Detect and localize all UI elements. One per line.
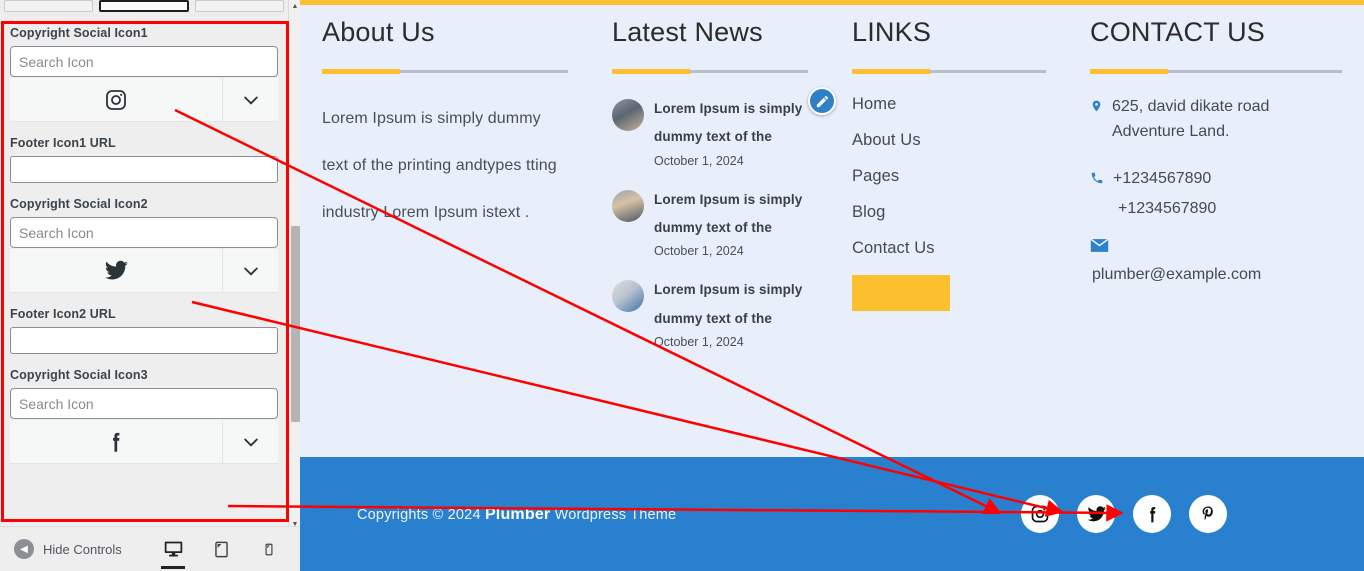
- list-item[interactable]: Lorem Ipsum is simply dummy text of the …: [612, 186, 808, 259]
- footer-column-news: Latest News Lorem Ipsum is simply dummy …: [590, 5, 830, 455]
- control-group-social-icon-1: Copyright Social Icon1: [10, 26, 278, 122]
- tablet-icon[interactable]: [208, 527, 234, 571]
- mobile-icon[interactable]: [256, 527, 282, 571]
- chevron-down-icon-1[interactable]: [222, 77, 278, 122]
- label-copyright-social-icon1: Copyright Social Icon1: [10, 26, 148, 40]
- customizer-scrollbar[interactable]: ▲ ▼: [288, 0, 300, 530]
- contact-phone-line: +1234567890: [1090, 167, 1342, 195]
- footer-link-about-us[interactable]: About Us: [852, 131, 1046, 150]
- copyright-brand: Plumber: [484, 506, 551, 523]
- footer-icon1-url-input[interactable]: [10, 156, 278, 183]
- top-button-3[interactable]: [195, 0, 285, 12]
- footer-columns: About Us Lorem Ipsum is simply dummy tex…: [300, 5, 1364, 455]
- search-icon-input-2[interactable]: [10, 217, 278, 248]
- control-group-footer-icon2-url: Footer Icon2 URL: [10, 307, 278, 354]
- footer-link-blog[interactable]: Blog: [852, 203, 1046, 222]
- location-pin-icon: [1090, 98, 1103, 123]
- device-preview-switcher: [160, 527, 300, 571]
- contact-phone2-text: +1234567890: [1118, 200, 1217, 218]
- search-icon-input-1[interactable]: [10, 46, 278, 77]
- copyright-social-icons: [1021, 495, 1227, 533]
- list-item[interactable]: Lorem Ipsum is simply dummy text of the …: [612, 276, 808, 349]
- instagram-icon[interactable]: [1021, 495, 1059, 533]
- top-button-1[interactable]: [4, 0, 93, 12]
- facebook-icon[interactable]: [1133, 495, 1171, 533]
- news-item-date: October 1, 2024: [654, 153, 744, 168]
- about-title-rule: [322, 69, 568, 74]
- copyright-bar: Copyrights © 2024 Plumber Wordpress Them…: [300, 457, 1364, 571]
- copyright-suffix: Wordpress Theme: [550, 507, 677, 523]
- label-footer-icon1-url: Footer Icon1 URL: [10, 136, 116, 150]
- news-title-rule: [612, 69, 808, 74]
- list-item[interactable]: Lorem Ipsum is simply dummy text of the …: [612, 95, 808, 168]
- desktop-icon[interactable]: [160, 527, 186, 571]
- footer-column-about: About Us Lorem Ipsum is simply dummy tex…: [300, 5, 590, 455]
- news-thumbnail-image: [612, 189, 644, 222]
- top-button-row: [0, 0, 288, 12]
- news-thumbnail-image: [612, 99, 644, 131]
- news-thumbnail-image: [612, 280, 644, 313]
- icon-select-row-1[interactable]: [10, 77, 278, 122]
- hide-controls-label: Hide Controls: [43, 541, 122, 557]
- news-title: Latest News: [612, 17, 763, 47]
- control-group-footer-icon1-url: Footer Icon1 URL: [10, 136, 278, 183]
- footer-link-pages[interactable]: Pages: [852, 167, 1046, 186]
- contact-title-rule: [1090, 69, 1342, 74]
- footer-link-contact-us[interactable]: Contact Us: [852, 239, 1046, 258]
- contact-email-text[interactable]: plumber@example.com: [1092, 266, 1342, 284]
- control-group-social-icon-3: Copyright Social Icon3: [10, 368, 278, 464]
- copyright-prefix: Copyrights © 2024: [357, 507, 485, 523]
- site-preview: About Us Lorem Ipsum is simply dummy tex…: [300, 0, 1364, 571]
- scrollbar-thumb[interactable]: [291, 226, 300, 422]
- label-footer-icon2-url: Footer Icon2 URL: [10, 307, 116, 321]
- footer-column-contact: CONTACT US 625, david dikate road Advent…: [1068, 5, 1364, 455]
- contact-address-line: 625, david dikate road Adventure Land.: [1090, 95, 1342, 145]
- about-text: Lorem Ipsum is simply dummy text of the …: [322, 110, 557, 222]
- hide-controls-button[interactable]: ◀ Hide Controls: [14, 539, 122, 559]
- news-item-date: October 1, 2024: [654, 335, 744, 350]
- links-title: LINKS: [852, 17, 932, 47]
- top-button-2-focused[interactable]: [98, 0, 190, 12]
- footer-icon2-url-input[interactable]: [10, 327, 278, 354]
- footer-column-links: LINKS Home About Us Pages Blog Contact U…: [830, 5, 1068, 455]
- icon-select-row-2[interactable]: [10, 248, 278, 293]
- footer-link-home[interactable]: Home: [852, 95, 1046, 114]
- about-title: About Us: [322, 17, 435, 47]
- chevron-down-icon-3[interactable]: [222, 419, 278, 464]
- news-item-title: Lorem Ipsum is simply dummy text of the: [654, 101, 803, 145]
- news-item-title: Lorem Ipsum is simply dummy text of the: [654, 191, 803, 236]
- news-body: Lorem Ipsum is simply dummy text of the …: [654, 276, 808, 349]
- label-copyright-social-icon3: Copyright Social Icon3: [10, 368, 148, 382]
- contact-title: CONTACT US: [1090, 17, 1266, 47]
- facebook-icon: [10, 429, 222, 455]
- label-copyright-social-icon2: Copyright Social Icon2: [10, 197, 148, 211]
- footer-yellow-button[interactable]: [852, 275, 950, 311]
- customizer-controls-list: Copyright Social Icon1 Search Icon Foote…: [0, 14, 288, 526]
- copyright-text: Copyrights © 2024 Plumber Wordpress Them…: [357, 506, 676, 524]
- search-icon-input-3[interactable]: [10, 388, 278, 419]
- customizer-bottom-bar: ◀ Hide Controls: [0, 526, 300, 571]
- chevron-down-icon-2[interactable]: [222, 248, 278, 293]
- phone-icon: [1090, 170, 1104, 195]
- email-icon-wrap: [1090, 238, 1342, 258]
- edit-pencil-icon[interactable]: [808, 87, 836, 115]
- links-title-rule: [852, 69, 1046, 74]
- instagram-icon: [10, 88, 222, 112]
- twitter-icon: [10, 258, 222, 284]
- news-body: Lorem Ipsum is simply dummy text of the …: [654, 186, 808, 259]
- contact-phone1-text: +1234567890: [1113, 169, 1212, 187]
- control-group-social-icon-2: Copyright Social Icon2: [10, 197, 278, 293]
- pinterest-icon[interactable]: [1189, 495, 1227, 533]
- icon-select-row-3[interactable]: [10, 419, 278, 464]
- news-body: Lorem Ipsum is simply dummy text of the …: [654, 95, 808, 168]
- news-item-date: October 1, 2024: [654, 244, 744, 259]
- contact-address-text: 625, david dikate road Adventure Land.: [1112, 98, 1270, 140]
- customizer-panel: Copyright Social Icon1 Search Icon Foote…: [0, 0, 300, 571]
- news-item-title: Lorem Ipsum is simply dummy text of the: [654, 282, 803, 326]
- screen-root: Copyright Social Icon1 Search Icon Foote…: [0, 0, 1364, 571]
- collapse-arrow-icon: ◀: [14, 539, 34, 559]
- envelope-icon: [1090, 238, 1109, 257]
- twitter-icon[interactable]: [1077, 495, 1115, 533]
